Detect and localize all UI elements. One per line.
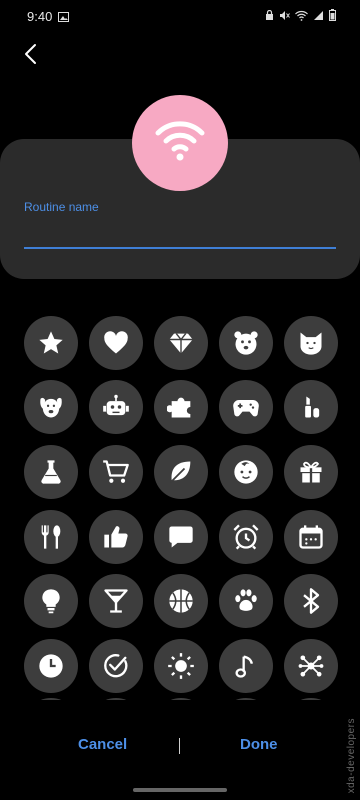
speech-bubble-icon [169,526,193,548]
cancel-button[interactable]: Cancel [78,736,127,753]
basketball-icon [169,589,193,613]
icon-option-check-circle[interactable] [89,639,143,693]
routine-name-label: Routine name [24,200,99,214]
icon-option-cat[interactable] [284,316,338,370]
icon-option-puzzle[interactable] [154,380,208,434]
done-button[interactable]: Done [240,736,278,753]
icon-option-diamond[interactable] [154,316,208,370]
icon-option-utensils[interactable] [24,510,78,564]
status-icons [265,9,336,21]
baby-icon [234,460,258,484]
heart-icon [104,331,128,354]
icon-option-speech-bubble[interactable] [154,510,208,564]
icon-option-cart[interactable] [89,445,143,499]
diamond-icon [169,333,193,354]
flask-icon [41,460,61,484]
calendar-icon [299,525,323,549]
chevron-left-icon [25,44,36,64]
icon-option-gamepad[interactable] [219,380,273,434]
icon-option-robot[interactable] [89,380,143,434]
gamepad-icon [233,400,259,417]
status-time: 9:40 [27,9,53,24]
icon-option-leaf[interactable] [154,445,208,499]
gift-icon [300,461,322,483]
icon-option-calendar[interactable] [284,510,338,564]
watermark: xda-developers [346,718,357,794]
leaf-icon [169,461,191,484]
back-button[interactable] [18,40,46,68]
thumbs-up-icon [104,526,128,548]
wifi-icon [155,121,205,161]
icon-option-lipstick[interactable] [284,380,338,434]
sun-icon [168,653,194,679]
gallery-notification-icon [58,9,69,27]
icon-option-bulb[interactable] [24,574,78,628]
icon-option-paw[interactable] [219,574,273,628]
icon-option-sun[interactable] [154,639,208,693]
bluetooth-icon [303,588,320,614]
icon-option-basketball[interactable] [154,574,208,628]
icon-option-music-note[interactable] [219,639,273,693]
network-icon [298,655,324,677]
cart-icon [103,460,129,483]
icon-option-star[interactable] [24,316,78,370]
icon-option-baby[interactable] [219,445,273,499]
icon-option-dog[interactable] [24,380,78,434]
bulb-icon [42,589,60,614]
star-icon [39,331,63,354]
robot-icon [103,394,129,416]
icon-option-network[interactable] [284,639,338,693]
icon-option-thumbs-up[interactable] [89,510,143,564]
footer [0,700,360,800]
status-bar: 9:40 [0,0,360,32]
routine-icon-preview[interactable] [132,95,228,191]
icon-option-gift[interactable] [284,445,338,499]
clock-icon [39,654,63,678]
mute-icon [280,10,290,20]
wifi-status-icon [295,10,308,21]
check-circle-icon [104,654,128,678]
icon-option-flask[interactable] [24,445,78,499]
lipstick-icon [305,396,320,418]
cat-icon [300,332,322,355]
cocktail-icon [104,589,128,613]
icon-option-heart[interactable] [89,316,143,370]
alarm-clock-icon [233,524,259,550]
music-note-icon [235,655,253,678]
home-indicator[interactable] [133,788,227,792]
battery-icon [329,9,336,21]
lock-icon [266,9,273,20]
icon-option-alarm-clock[interactable] [219,510,273,564]
paw-icon [235,589,257,611]
icon-option-cocktail[interactable] [89,574,143,628]
utensils-icon [41,525,61,549]
routine-name-input[interactable] [24,221,336,249]
dog-icon [40,397,62,418]
icon-grid [24,316,338,702]
signal-icon [314,10,323,20]
puzzle-icon [167,397,191,418]
bear-icon [234,331,258,355]
button-divider [179,738,180,754]
icon-option-clock[interactable] [24,639,78,693]
icon-option-bluetooth[interactable] [284,574,338,628]
icon-option-bear[interactable] [219,316,273,370]
